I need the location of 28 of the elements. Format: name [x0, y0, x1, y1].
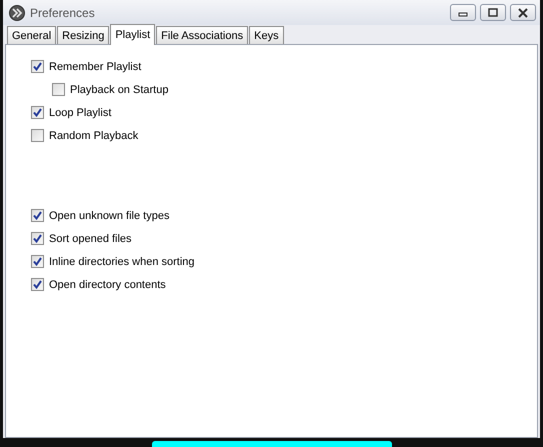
checkbox-label[interactable]: Loop Playlist: [49, 106, 112, 118]
tab[interactable]: Resizing: [57, 26, 110, 44]
window-title: Preferences: [30, 6, 95, 20]
minimize-button[interactable]: [450, 4, 476, 21]
app-icon: [9, 4, 25, 20]
checkbox-label[interactable]: Inline directories when sorting: [49, 256, 195, 268]
tab[interactable]: General: [7, 26, 56, 44]
checkbox-label[interactable]: Random Playback: [49, 130, 138, 142]
checkbox-label[interactable]: Open unknown file types: [49, 210, 170, 222]
checkbox[interactable]: [52, 83, 65, 96]
tab[interactable]: Playlist: [110, 24, 156, 45]
tab[interactable]: File Associations: [156, 26, 248, 44]
tab[interactable]: Keys: [249, 26, 284, 44]
checkbox[interactable]: [31, 209, 44, 222]
checkbox-label[interactable]: Remember Playlist: [49, 60, 142, 72]
checkbox[interactable]: [31, 60, 44, 73]
checkbox-label[interactable]: Playback on Startup: [70, 84, 168, 96]
checkbox[interactable]: [31, 106, 44, 119]
maximize-button[interactable]: [480, 4, 506, 21]
checkbox[interactable]: [31, 255, 44, 268]
maximize-icon: [487, 8, 499, 18]
checkbox[interactable]: [31, 129, 44, 142]
checkbox-label[interactable]: Open directory contents: [49, 278, 166, 290]
close-icon: [517, 8, 529, 18]
checkbox[interactable]: [31, 232, 44, 245]
checkbox[interactable]: [31, 278, 44, 291]
checkbox-label[interactable]: Sort opened files: [49, 232, 132, 244]
close-button[interactable]: [510, 4, 536, 21]
